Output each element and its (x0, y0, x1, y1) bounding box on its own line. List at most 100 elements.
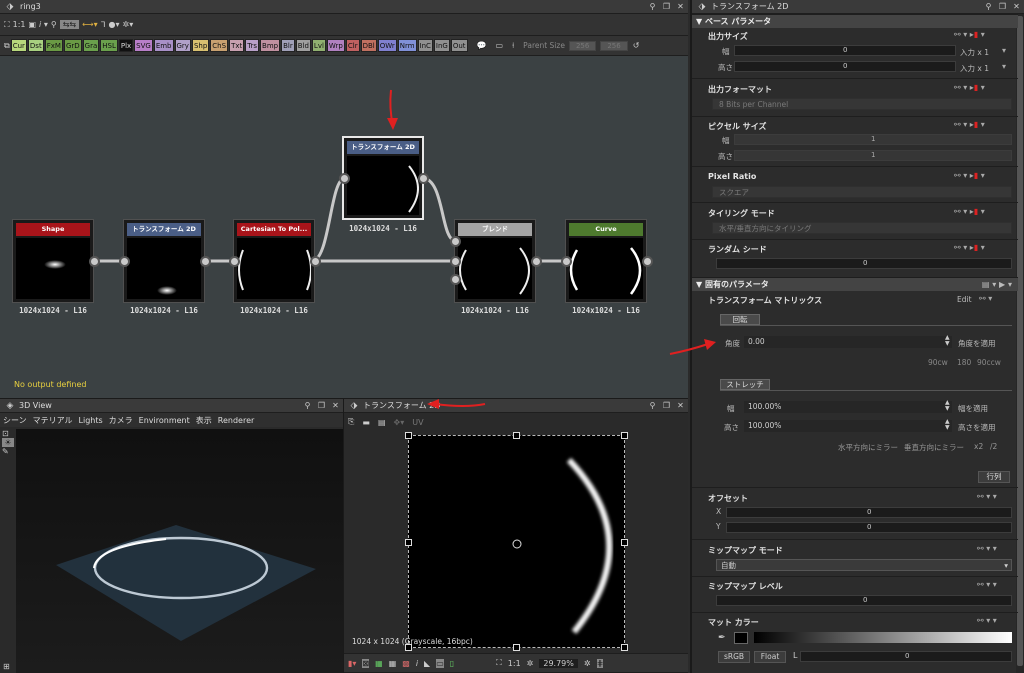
offset-y-slider[interactable]: 0 (726, 522, 1012, 533)
stretch-tab[interactable]: ストレッチ (720, 379, 770, 390)
pixel-icon[interactable]: ▩ (402, 659, 410, 668)
view3d-menu-item[interactable]: 表示 (196, 415, 212, 426)
zoom-in-icon[interactable]: ✲ (584, 659, 591, 668)
paint-tool-icon[interactable]: ✎ (2, 447, 14, 456)
output-port[interactable] (89, 256, 100, 267)
srgb-button[interactable]: sRGB (718, 651, 750, 663)
collapse-icon[interactable]: ▼ (696, 17, 702, 26)
handle[interactable] (621, 644, 628, 651)
dropdown-icon[interactable]: ▾ (1002, 62, 1006, 71)
copy-icon[interactable]: ⎘ (348, 417, 354, 427)
dropdown-icon[interactable]: ▾ (1002, 46, 1006, 55)
settings-icon[interactable]: ⋕ (596, 658, 604, 668)
handle[interactable] (513, 644, 520, 651)
pixel-ratio-field[interactable]: スクエア (712, 186, 1012, 198)
pin-icon[interactable]: ⚲ (302, 400, 313, 411)
input-port-mask[interactable] (450, 274, 461, 285)
mipmap-level-slider[interactable]: 0 (716, 595, 1012, 606)
pixel-height-slider[interactable]: 1 (734, 150, 1012, 161)
node-transform-2d[interactable]: トランスフォーム 2D 1024x1024 - L16 (119, 219, 211, 315)
section-tools-icon[interactable]: ▤ ▾ ▶ ▾ (982, 280, 1012, 289)
output-port[interactable] (642, 256, 653, 267)
input-port-background[interactable] (450, 256, 461, 267)
rotate-preset-90ccw[interactable]: 90ccw (977, 358, 1001, 367)
rotate-preset-180[interactable]: 180 (957, 358, 971, 367)
output-port[interactable] (200, 256, 211, 267)
color-icon[interactable]: ▦ (375, 659, 383, 668)
output-port[interactable] (418, 173, 429, 184)
apply-angle-button[interactable]: 角度を適用 (958, 338, 996, 349)
pin-icon[interactable]: ⚲ (647, 400, 658, 411)
param-menu-icon[interactable]: ⚯ ▾ ▾ (977, 616, 997, 625)
scale-x2-button[interactable]: x2 (974, 442, 983, 451)
stretch-width-field[interactable]: 100.00% (744, 401, 952, 413)
node-curve[interactable]: Curve 1024x1024 - L16 (561, 219, 653, 315)
width-spinner-icon[interactable]: ▲ ▼ (945, 400, 950, 412)
rotate-tab[interactable]: 回転 (720, 314, 760, 325)
param-menu-icon[interactable]: ⚯ ▾ ▾ (977, 580, 997, 589)
view3d-menu-item[interactable]: Lights (79, 416, 103, 425)
alpha-icon[interactable]: ⊠ (362, 658, 370, 668)
param-menu-icon[interactable]: ⚯ ▾ ▾ (977, 544, 997, 553)
export-icon[interactable]: ▤ (378, 418, 386, 427)
handle[interactable] (405, 539, 412, 546)
param-menu-icon[interactable]: ⚯ ▾ (979, 294, 992, 303)
float-icon[interactable]: ❐ (316, 400, 327, 411)
zoom-ratio[interactable]: 1:1 (508, 659, 521, 668)
input-port-foreground[interactable] (450, 236, 461, 247)
angle-spinner-icon[interactable]: ▲ ▼ (945, 335, 950, 347)
param-menu-icon[interactable]: ⚯ ▾ ▸▮ ▾ (954, 243, 985, 252)
view3d-menu-item[interactable]: マテリアル (33, 415, 73, 426)
param-menu-icon[interactable]: ⚯ ▾ ▸▮ ▾ (954, 120, 985, 129)
select-tool-icon[interactable]: ⊡ (2, 429, 14, 438)
handle[interactable] (621, 432, 628, 439)
histogram-icon[interactable]: ◣ (424, 659, 430, 668)
view3d-corner-icon[interactable]: ⊞ (3, 662, 10, 671)
info-icon[interactable]: i (416, 659, 418, 668)
output-width-slider[interactable]: 0 (734, 45, 956, 56)
offset-x-slider[interactable]: 0 (726, 507, 1012, 518)
float-icon[interactable]: ❐ (661, 400, 672, 411)
float-button[interactable]: Float (754, 651, 786, 663)
output-port[interactable] (310, 256, 321, 267)
param-menu-icon[interactable]: ⚯ ▾ ▸▮ ▾ (954, 83, 985, 92)
param-menu-icon[interactable]: ⚯ ▾ ▸▮ ▾ (954, 171, 985, 180)
random-seed-slider[interactable]: 0 (716, 258, 1012, 269)
view3d-menu-item[interactable]: シーン (3, 415, 27, 426)
compare-icon[interactable]: ▭ (436, 658, 444, 668)
collapse-icon[interactable]: ▼ (696, 280, 702, 289)
height-spinner-icon[interactable]: ▲ ▼ (945, 419, 950, 431)
color-swatch[interactable] (734, 632, 748, 644)
input-port[interactable] (561, 256, 572, 267)
apply-width-button[interactable]: 幅を適用 (958, 403, 988, 414)
node-cartesian-to-polar[interactable]: Cartesian To Pol... 1024x1024 - L16 (229, 219, 321, 315)
save-icon[interactable]: ▬ (362, 418, 370, 427)
matte-value-slider[interactable]: 0 (800, 651, 1012, 662)
eyedropper-icon[interactable]: ✒ (718, 633, 726, 643)
input-port[interactable] (229, 256, 240, 267)
input-port[interactable] (339, 173, 350, 184)
input-port[interactable] (119, 256, 130, 267)
float-icon[interactable]: ❐ (997, 1, 1008, 12)
section-specific-params[interactable]: ▼ 固有のパラメータ ▤ ▾ ▶ ▾ (692, 277, 1018, 291)
channels-icon[interactable]: ▮▾ (348, 659, 356, 668)
mipmap-mode-select[interactable]: 自動 ▾ (716, 559, 1012, 571)
param-menu-icon[interactable]: ⚯ ▾ ▾ (977, 492, 997, 501)
mirror-horizontal-button[interactable]: 水平方向にミラー (838, 442, 898, 453)
node-shape[interactable]: Shape 1024x1024 - L16 (12, 219, 100, 315)
fit-icon[interactable]: ⛶ (496, 658, 502, 668)
zoom-value[interactable]: 29.79% (539, 658, 578, 668)
close-icon[interactable]: ✕ (1011, 1, 1022, 12)
param-menu-icon[interactable]: ⚯ ▾ ▸▮ ▾ (954, 30, 985, 39)
view3d-menu-item[interactable]: カメラ (109, 415, 133, 426)
view3d-menu-item[interactable]: Renderer (218, 416, 255, 425)
gradient-bar[interactable] (754, 632, 1012, 643)
light-tool-icon[interactable]: ☀ (2, 438, 14, 447)
output-port[interactable] (531, 256, 542, 267)
handle[interactable] (405, 432, 412, 439)
param-menu-icon[interactable]: ⚯ ▾ ▸▮ ▾ (954, 207, 985, 216)
scrollbar[interactable] (1016, 14, 1024, 673)
pin-icon[interactable]: ⚲ (983, 1, 994, 12)
zoom-out-icon[interactable]: ✲ (527, 659, 534, 668)
matrix-button[interactable]: 行列 (978, 471, 1010, 483)
